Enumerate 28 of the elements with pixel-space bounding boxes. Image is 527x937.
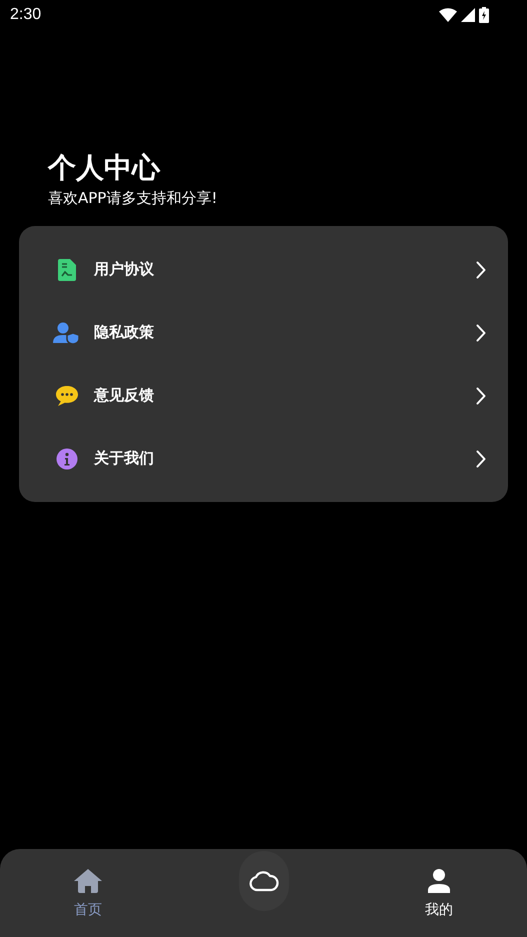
menu-label: 隐私政策 bbox=[94, 323, 155, 342]
battery-icon bbox=[479, 7, 489, 23]
person-icon bbox=[428, 869, 450, 893]
nav-tab[interactable]: 首页 bbox=[30, 849, 146, 937]
page-title: 个人中心 bbox=[48, 150, 162, 186]
nav-tab[interactable]: 我的 bbox=[381, 849, 497, 937]
wifi-icon bbox=[439, 8, 457, 22]
chevron-icon bbox=[476, 260, 486, 278]
menu-item[interactable]: 用户协议 bbox=[19, 238, 508, 301]
page-subtitle: 喜欢APP请多支持和分享! bbox=[48, 188, 218, 208]
chat-bubble-icon bbox=[55, 384, 79, 406]
document-icon bbox=[58, 258, 76, 280]
info-icon bbox=[56, 448, 78, 470]
menu-item[interactable]: 关于我们 bbox=[19, 427, 508, 490]
signal-icon bbox=[461, 8, 475, 22]
cloud-button[interactable] bbox=[238, 851, 288, 911]
menu-item[interactable]: 意见反馈 bbox=[19, 364, 508, 427]
chevron-icon bbox=[476, 386, 486, 404]
status-time: 2:30 bbox=[10, 6, 42, 24]
chevron-icon bbox=[476, 324, 486, 342]
home-icon bbox=[74, 869, 102, 893]
user-shield-icon bbox=[53, 322, 81, 344]
menu-label: 用户协议 bbox=[94, 260, 155, 279]
cloud-icon bbox=[248, 870, 278, 892]
menu-label: 意见反馈 bbox=[94, 386, 155, 405]
chevron-icon bbox=[476, 450, 486, 468]
menu-item[interactable]: 隐私政策 bbox=[19, 301, 508, 364]
menu-label: 关于我们 bbox=[94, 449, 155, 468]
